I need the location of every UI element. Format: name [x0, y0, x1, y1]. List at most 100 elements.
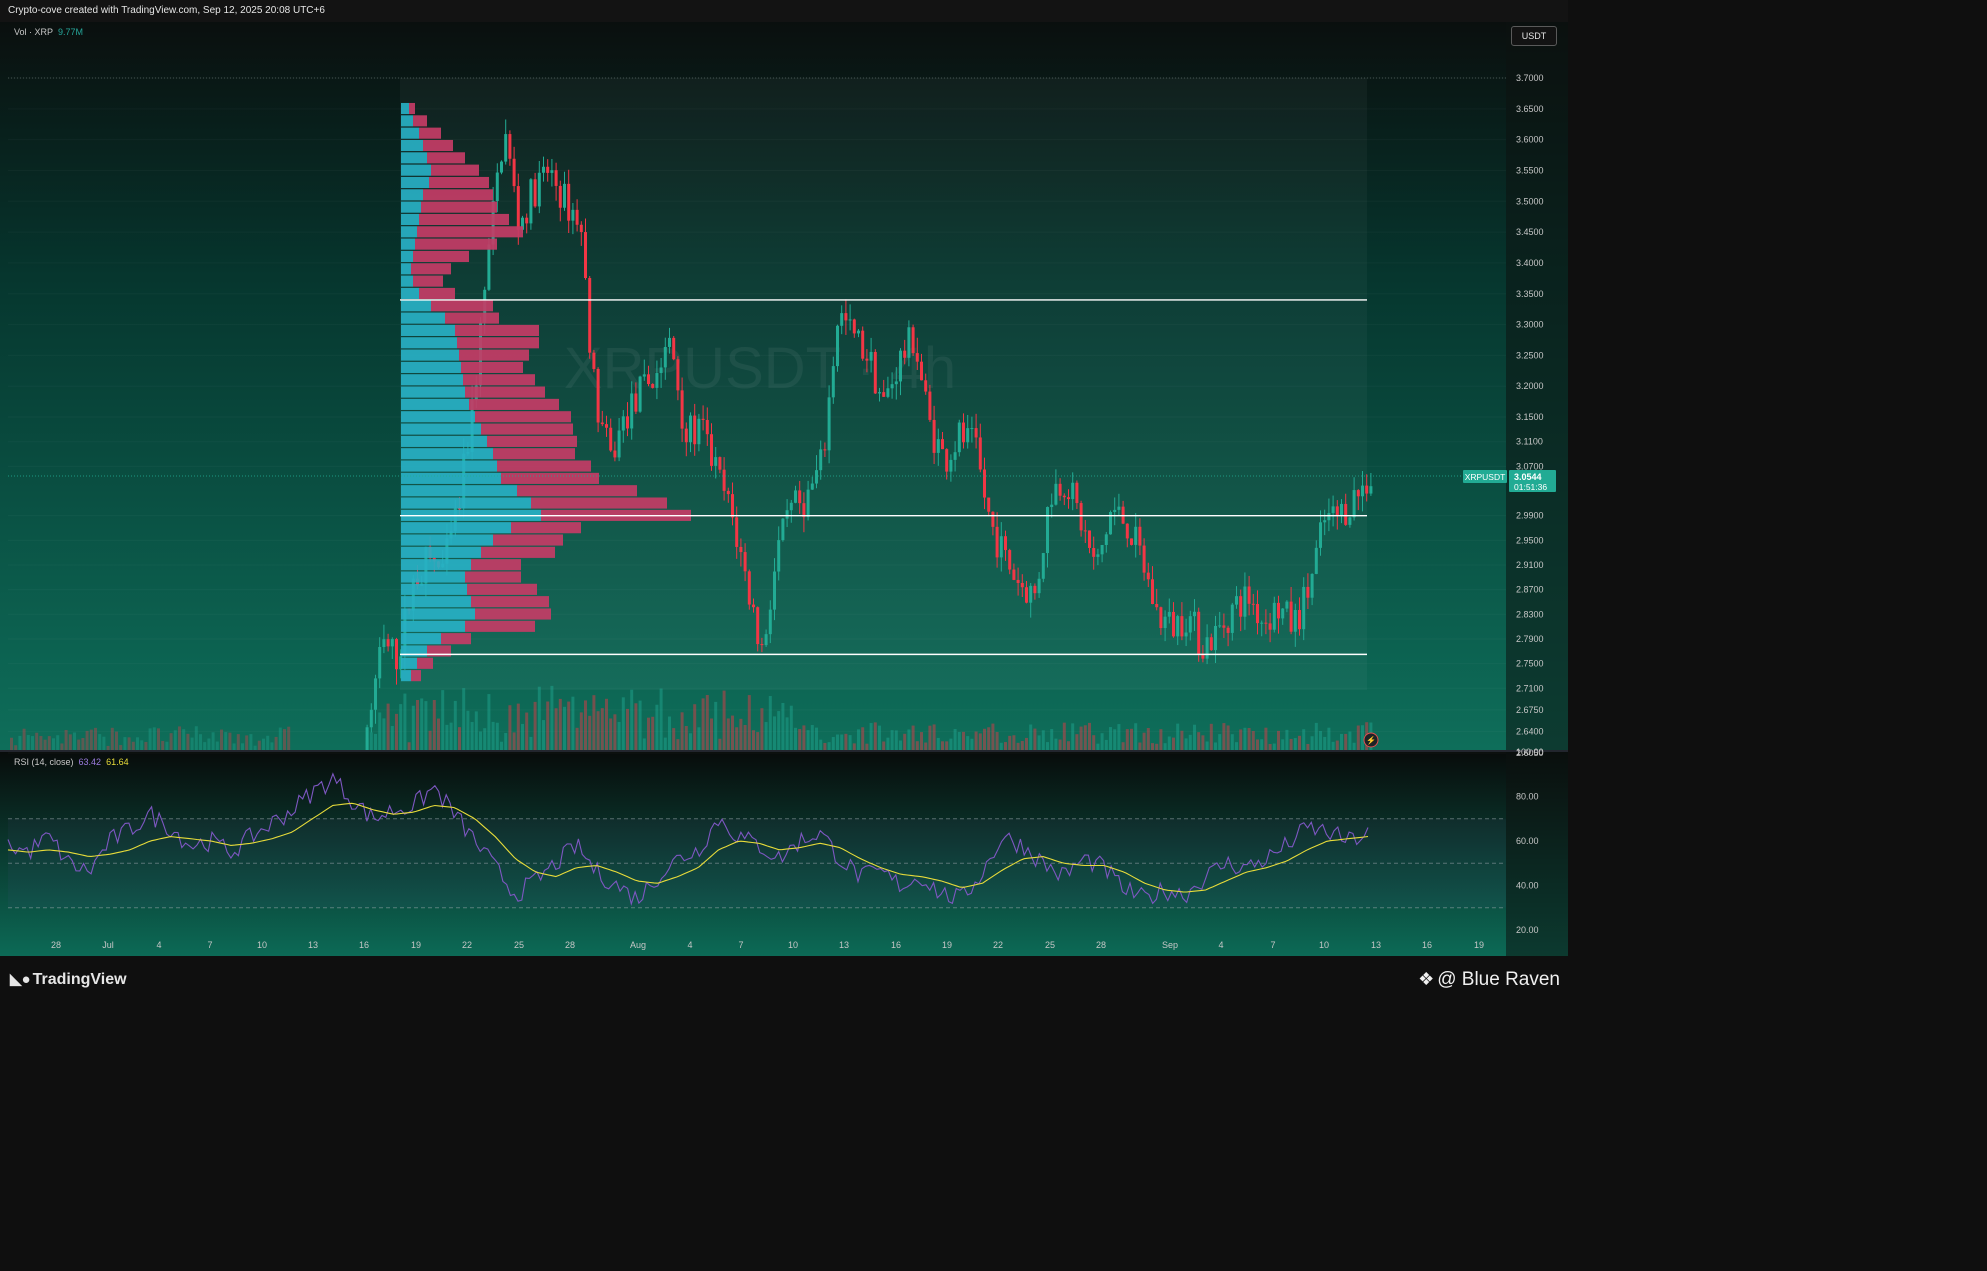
candle-body [1180, 616, 1184, 637]
volume-bar [668, 716, 671, 750]
candle-body [1214, 625, 1217, 651]
profile-up-bar [401, 226, 417, 238]
candle-body [995, 526, 999, 558]
candle-body [852, 319, 856, 334]
rsi-axis-tick: 60.00 [1516, 836, 1539, 846]
volume-bar [1096, 743, 1100, 750]
candle-body [1138, 526, 1142, 546]
volume-bar [655, 704, 659, 750]
volume-bar [1281, 739, 1285, 750]
volume-bar [760, 708, 764, 750]
profile-up-bar [401, 238, 415, 250]
candle-body [1302, 586, 1306, 630]
volume-bar [1125, 729, 1129, 750]
volume-bar [1264, 727, 1268, 750]
price-axis-tick: 2.9100 [1516, 560, 1544, 570]
price-chart[interactable]: 28 Jul 4 7 10 13 16 19 22 25 28 Aug 4 7 10 13 16 19 22 25 28… [0, 22, 1568, 957]
price-axis-tick: 2.6400 [1516, 726, 1544, 736]
candle-body [516, 186, 520, 230]
rsi-legend: RSI (14, close) 63.42 61.64 [14, 757, 129, 767]
volume-bar [262, 738, 265, 750]
candle-body [525, 217, 529, 224]
profile-up-bar [401, 374, 463, 386]
profile-up-bar [401, 423, 481, 435]
candle-body [655, 373, 659, 388]
volume-bar [102, 736, 106, 750]
volume-bar [554, 708, 558, 750]
volume-bar [266, 735, 270, 750]
profile-down-bar [501, 472, 599, 484]
volume-bar [634, 703, 638, 750]
profile-down-bar [481, 423, 573, 435]
candle-body [760, 644, 764, 646]
profile-down-bar [423, 139, 453, 152]
volume-bar [1029, 724, 1033, 750]
profile-down-bar [431, 300, 493, 312]
candle-body [987, 497, 991, 512]
volume-bar [819, 739, 823, 750]
profile-up-bar [401, 337, 457, 349]
tradingview-logo[interactable]: ◣● TradingView [10, 970, 127, 989]
volume-bar [1319, 730, 1322, 750]
volume-bar [651, 716, 655, 750]
volume-bar [1146, 728, 1150, 750]
candle-body [1235, 596, 1238, 605]
volume-bar [928, 725, 932, 750]
volume-bar [386, 703, 390, 750]
volume-bar [806, 730, 810, 750]
currency-button[interactable]: USDT [1511, 26, 1557, 46]
volume-bar [1176, 723, 1180, 750]
candle-body [642, 374, 646, 377]
candle-body [542, 166, 545, 173]
volume-bar [1008, 735, 1012, 750]
candle-body [1054, 483, 1058, 505]
volume-bar [1041, 730, 1045, 750]
volume-bar [148, 728, 152, 750]
volume-bar [1138, 742, 1142, 750]
volume-bar [487, 694, 491, 750]
chart-area[interactable]: 28 Jul 4 7 10 13 16 19 22 25 28 Aug 4 7 10 13 16 19 22 25 28… [0, 22, 1568, 957]
volume-bar [941, 741, 944, 750]
volume-bar [253, 745, 257, 750]
candle-body [613, 450, 617, 458]
profile-up-bar [401, 287, 419, 300]
volume-bar [500, 741, 503, 750]
candle-body [1083, 530, 1087, 532]
candle-body [974, 428, 978, 438]
volume-bar [1067, 741, 1070, 750]
candle-body [1323, 520, 1327, 523]
volume-bar [403, 693, 407, 750]
candle-body [722, 469, 726, 491]
candle-body [705, 419, 709, 435]
volume-bar [369, 732, 373, 750]
candle-body [1314, 547, 1318, 574]
profile-down-bar [445, 312, 499, 324]
rsi-legend-value: 63.42 [78, 757, 102, 767]
volume-bar [1243, 727, 1247, 750]
profile-up-bar [401, 300, 431, 312]
volume-bar [861, 727, 865, 750]
volume-bar [689, 733, 692, 750]
volume-bar [1226, 725, 1230, 750]
profile-down-bar [419, 127, 441, 139]
volume-bar [1092, 735, 1096, 750]
volume-bar [241, 743, 244, 750]
volume-bar [1037, 735, 1041, 750]
profile-down-bar [423, 189, 493, 201]
candle-body [1268, 623, 1272, 630]
candle-body [999, 536, 1003, 558]
volume-bar [1012, 735, 1016, 750]
volume-bar [157, 728, 160, 750]
volume-bar [115, 731, 118, 750]
volume-bar [521, 723, 524, 750]
volume-bar [647, 717, 650, 750]
volume-legend: Vol · XRP 9.77M [14, 27, 83, 37]
volume-bar [1020, 741, 1024, 750]
candle-body [957, 422, 961, 453]
candle-body [554, 170, 558, 186]
volume-bar [773, 716, 776, 750]
volume-bar [605, 698, 608, 750]
candle-body [1176, 616, 1180, 637]
candle-body [558, 185, 562, 208]
candle-body [500, 161, 503, 173]
